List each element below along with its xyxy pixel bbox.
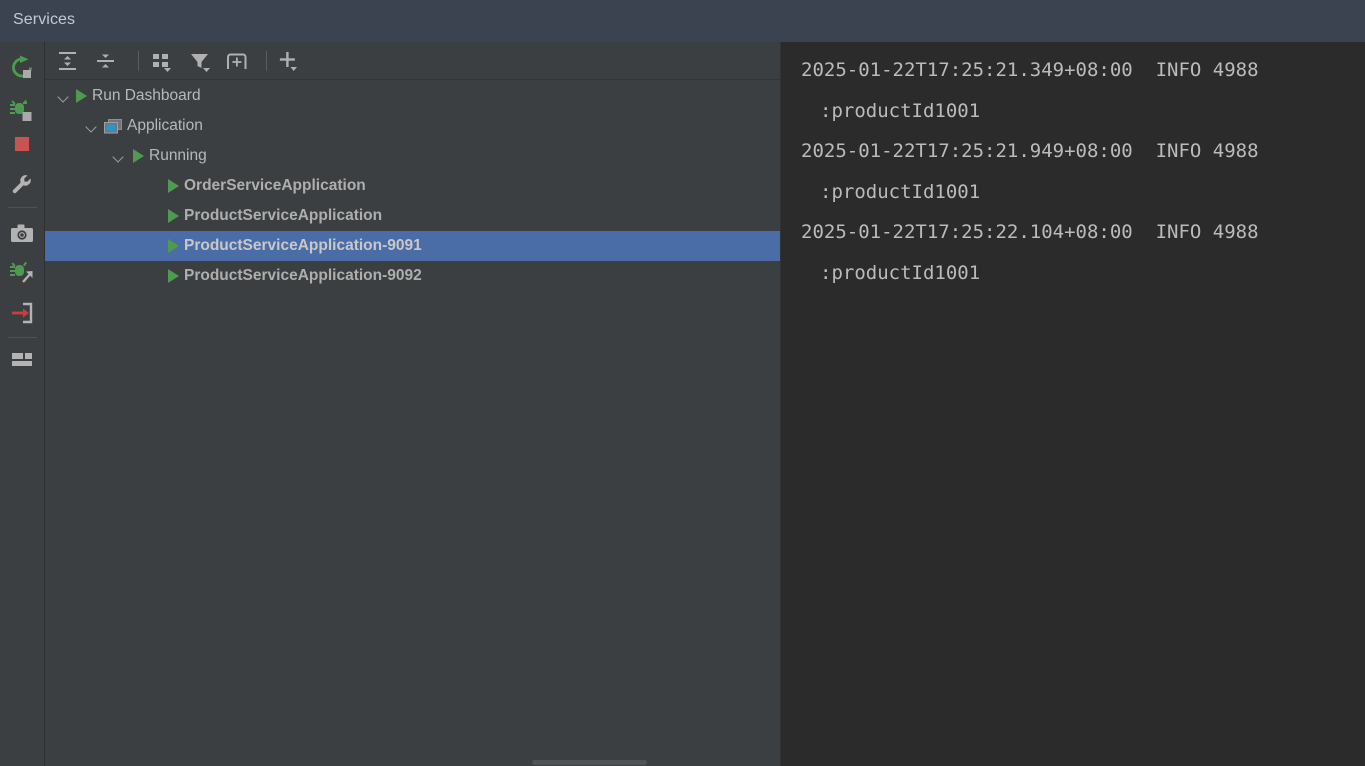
- group-by-icon[interactable]: [147, 47, 177, 75]
- chevron-down-icon[interactable]: [112, 150, 125, 163]
- tree-horizontal-scrollbar[interactable]: [45, 759, 780, 766]
- tree-node-product-service-application[interactable]: ProductServiceApplication: [45, 201, 780, 231]
- bug-arrow-icon[interactable]: [6, 257, 38, 289]
- toolbar-separator-1: [138, 51, 139, 71]
- page-title: Services: [13, 11, 76, 28]
- tree-node-label: OrderServiceApplication: [184, 177, 366, 194]
- collapse-all-icon[interactable]: [90, 47, 120, 75]
- application-icon: [104, 118, 122, 134]
- tree-node-label: Running: [149, 147, 207, 164]
- run-triangle-icon: [168, 179, 179, 193]
- chevron-down-icon[interactable]: [57, 90, 70, 103]
- camera-icon[interactable]: [6, 217, 38, 249]
- tree-node-label: ProductServiceApplication-9091: [184, 237, 422, 254]
- run-triangle-icon: [168, 239, 179, 253]
- log-line: 2025-01-22T17:25:22.104+08:00 INFO 4988: [801, 221, 1259, 243]
- scrollbar-thumb[interactable]: [532, 760, 647, 765]
- console-lines: 2025-01-22T17:25:21.349+08:00 INFO 4988 …: [801, 50, 1365, 293]
- layout-icon[interactable]: [6, 343, 38, 375]
- run-triangle-icon: [168, 209, 179, 223]
- add-tab-icon[interactable]: [223, 47, 253, 75]
- stop-icon[interactable]: [6, 128, 38, 160]
- tree-node-product-service-application-9092[interactable]: ProductServiceApplication-9092: [45, 261, 780, 291]
- run-triangle-icon: [168, 269, 179, 283]
- tree-node-label: ProductServiceApplication: [184, 207, 383, 224]
- log-line: :productId1001: [820, 180, 981, 203]
- add-service-icon[interactable]: [273, 47, 303, 75]
- rerun-failed-bug-icon[interactable]: [6, 95, 38, 127]
- attach-arrow-icon[interactable]: [6, 297, 38, 329]
- log-line: :productId1001: [820, 261, 981, 284]
- rail-separator-1: [8, 207, 37, 208]
- services-action-rail: [0, 42, 45, 766]
- tree-node-order-service-application[interactable]: OrderServiceApplication: [45, 171, 780, 201]
- window-titlebar: Services: [0, 0, 1365, 42]
- run-triangle-icon: [76, 89, 87, 103]
- tree-node-label: Application: [127, 117, 203, 134]
- run-triangle-icon: [133, 149, 144, 163]
- filter-icon[interactable]: [186, 47, 216, 75]
- toolbar-separator-2: [266, 51, 267, 71]
- log-line: 2025-01-22T17:25:21.349+08:00 INFO 4988: [801, 59, 1259, 81]
- tree-node-label: Run Dashboard: [92, 87, 201, 104]
- log-line: :productId1001: [820, 99, 981, 122]
- console-output-panel[interactable]: 2025-01-22T17:25:21.349+08:00 INFO 4988 …: [780, 42, 1365, 766]
- rerun-icon[interactable]: [6, 52, 38, 84]
- services-tool-window: Services Run Dashboard Application Runni…: [0, 0, 1365, 766]
- tree-node-label: ProductServiceApplication-9092: [184, 267, 422, 284]
- wrench-settings-icon[interactable]: [6, 168, 38, 200]
- tree-node-application[interactable]: Application: [45, 111, 780, 141]
- tree-node-run-dashboard[interactable]: Run Dashboard: [45, 81, 780, 111]
- tree-node-product-service-application-9091[interactable]: ProductServiceApplication-9091: [45, 231, 780, 261]
- tree-node-running[interactable]: Running: [45, 141, 780, 171]
- services-tree[interactable]: Run Dashboard Application Running OrderS…: [45, 81, 780, 766]
- expand-all-icon[interactable]: [52, 47, 82, 75]
- chevron-down-icon[interactable]: [85, 120, 98, 133]
- log-line: 2025-01-22T17:25:21.949+08:00 INFO 4988: [801, 140, 1259, 162]
- rail-separator-2: [8, 337, 37, 338]
